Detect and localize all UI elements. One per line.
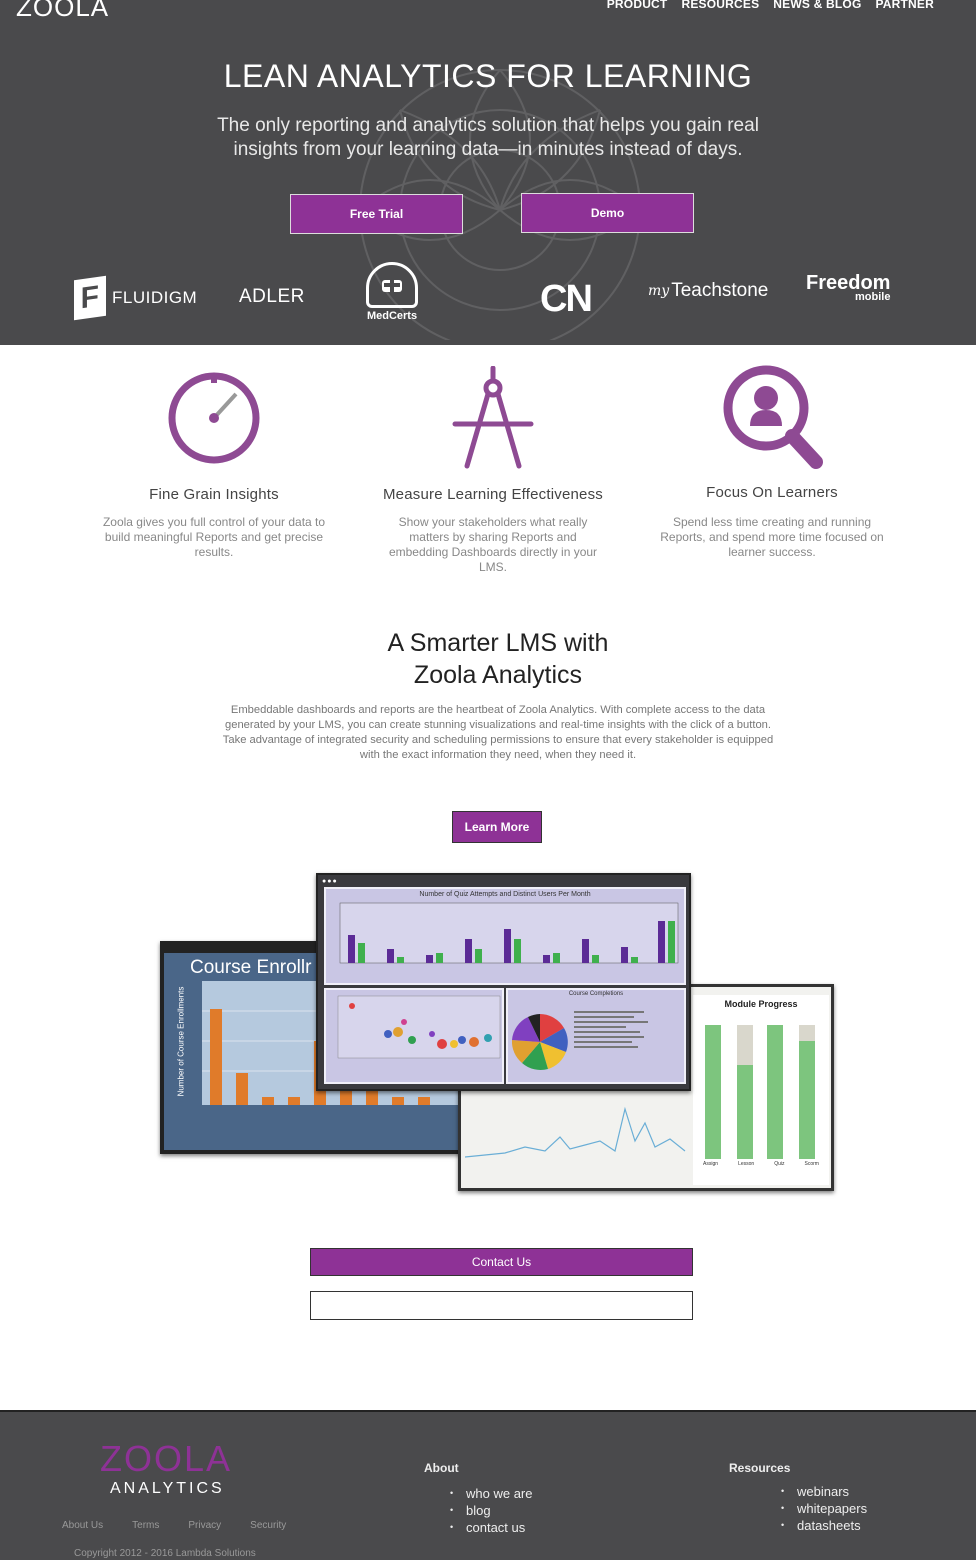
hero-subtitle-line1: The only reporting and analytics solutio…	[217, 115, 759, 136]
scatter-panel	[324, 988, 504, 1084]
nav-partner[interactable]: PARTNER	[875, 0, 934, 11]
nav-resources[interactable]: RESOURCES	[681, 0, 759, 11]
feature-title: Measure Learning Effectiveness	[382, 486, 603, 503]
smart-lms-text: Embeddable dashboards and reports are th…	[222, 704, 774, 761]
progress-title: Module Progress	[724, 999, 798, 1009]
fluidigm-logo: F FLUIDIGM	[74, 275, 198, 321]
freedom-sub: mobile	[855, 291, 891, 303]
progress-bars	[705, 1025, 815, 1159]
fluidigm-name: FLUIDIGM	[112, 288, 198, 307]
footer-resources-list: webinars whitepapers datasheets	[781, 1483, 867, 1534]
dashboard-screenshot: ●●● Number of Quiz Attempts and Distinct…	[316, 873, 691, 1091]
pie-title: Course Completions	[568, 991, 624, 997]
freedom-mobile-logo: Freedom mobile	[806, 272, 890, 303]
pie-chart	[511, 1014, 568, 1071]
footer-link-security[interactable]: Security	[250, 1520, 286, 1531]
contact-input-field[interactable]	[310, 1291, 693, 1320]
scatter-chart	[337, 995, 501, 1059]
hero-section: ZOOLA PRODUCT RESOURCES NEWS & BLOG PART…	[0, 0, 976, 345]
footer-link-who-we-are[interactable]: who we are	[450, 1485, 532, 1502]
progress-label: Quiz	[774, 1161, 785, 1167]
smart-title-line2: Zoola Analytics	[413, 661, 583, 689]
enroll-title: Course Enrollr	[190, 957, 312, 978]
nav-news-blog[interactable]: NEWS & BLOG	[773, 0, 861, 11]
footer-link-terms[interactable]: Terms	[132, 1520, 159, 1531]
feature-focus: Focus On Learners Spend less time creati…	[652, 362, 892, 560]
adler-logo: ADLER	[239, 286, 305, 307]
window-dots: ●●●	[322, 878, 338, 885]
client-logos: F FLUIDIGM ADLER MedCerts CN my Teachsto…	[0, 262, 976, 332]
medcerts-icon	[366, 262, 418, 308]
footer-link-whitepapers[interactable]: whitepapers	[781, 1500, 867, 1517]
quiz-chart	[339, 902, 679, 964]
medcerts-logo: MedCerts	[366, 262, 418, 322]
compass-icon	[452, 366, 534, 469]
footer-legal-links: About Us Terms Privacy Security	[62, 1520, 286, 1531]
zoola-logo[interactable]: ZOOLA	[16, 0, 109, 23]
feature-text: Spend less time creating and running Rep…	[660, 515, 884, 559]
learn-more-button[interactable]: Learn More	[452, 811, 542, 843]
teachstone-my: my	[648, 283, 670, 299]
progress-panel: Module Progress Assign Lesson Quiz Scorm	[693, 995, 829, 1185]
footer-link-blog[interactable]: blog	[450, 1502, 532, 1519]
footer-link-datasheets[interactable]: datasheets	[781, 1517, 867, 1534]
pie-legend	[574, 1008, 654, 1051]
feature-measure: Measure Learning Effectiveness Show your…	[373, 366, 613, 575]
quiz-attempts-panel: Number of Quiz Attempts and Distinct Use…	[324, 887, 686, 985]
free-trial-button[interactable]: Free Trial	[290, 194, 463, 234]
nav-product[interactable]: PRODUCT	[607, 0, 668, 11]
footer-about-title: About	[424, 1461, 459, 1475]
hero-title: LEAN ANALYTICS FOR LEARNING	[223, 58, 753, 94]
gauge-icon	[168, 372, 260, 464]
footer-link-contact-us[interactable]: contact us	[450, 1519, 532, 1536]
footer-logo-sub: ANALYTICS	[110, 1480, 225, 1497]
smart-title-line1: A Smarter LMS with	[387, 629, 609, 657]
footer: ZOOLA ANALYTICS About Us Terms Privacy S…	[0, 1410, 976, 1560]
teachstone-logo: my Teachstone	[648, 280, 768, 302]
hero-subtitle-line2: insights from your learning data—in minu…	[233, 139, 743, 160]
feature-title: Focus On Learners	[706, 484, 838, 501]
footer-link-webinars[interactable]: webinars	[781, 1483, 867, 1500]
main-nav: PRODUCT RESOURCES NEWS & BLOG PARTNER	[607, 0, 934, 11]
pie-panel: Course Completions	[506, 988, 686, 1084]
contact-us-button[interactable]: Contact Us	[310, 1248, 693, 1276]
progress-label: Scorm	[804, 1161, 819, 1167]
footer-resources-title: Resources	[729, 1461, 791, 1475]
hero-subtitle: The only reporting and analytics solutio…	[0, 114, 976, 162]
progress-label: Lesson	[738, 1161, 755, 1167]
footer-link-about-us[interactable]: About Us	[62, 1520, 103, 1531]
copyright: Copyright 2012 - 2016 Lambda Solutions	[74, 1548, 256, 1559]
smart-lms-title: A Smarter LMS with Zoola Analytics	[0, 627, 976, 691]
cn-logo: CN	[540, 278, 593, 320]
footer-about-list: who we are blog contact us	[450, 1485, 532, 1536]
line-chart	[465, 1106, 686, 1158]
quiz-chart-title: Number of Quiz Attempts and Distinct Use…	[419, 891, 591, 898]
feature-fine-grain: Fine Grain Insights Zoola gives you full…	[94, 368, 334, 560]
feature-text: Zoola gives you full control of your dat…	[102, 515, 326, 559]
feature-text: Show your stakeholders what really matte…	[388, 515, 598, 574]
footer-logo[interactable]: ZOOLA	[100, 1438, 232, 1480]
progress-labels: Assign Lesson Quiz Scorm	[693, 1161, 829, 1167]
enroll-ylabel: Number of Course Enrollments	[176, 986, 186, 1097]
progress-label: Assign	[703, 1161, 719, 1167]
demo-button[interactable]: Demo	[521, 193, 694, 233]
teachstone-name: Teachstone	[671, 280, 769, 301]
medcerts-name: MedCerts	[366, 310, 418, 322]
feature-title: Fine Grain Insights	[149, 486, 279, 503]
footer-link-privacy[interactable]: Privacy	[188, 1520, 221, 1531]
magnifier-person-icon	[723, 365, 823, 469]
fluidigm-mark: F	[74, 275, 106, 321]
